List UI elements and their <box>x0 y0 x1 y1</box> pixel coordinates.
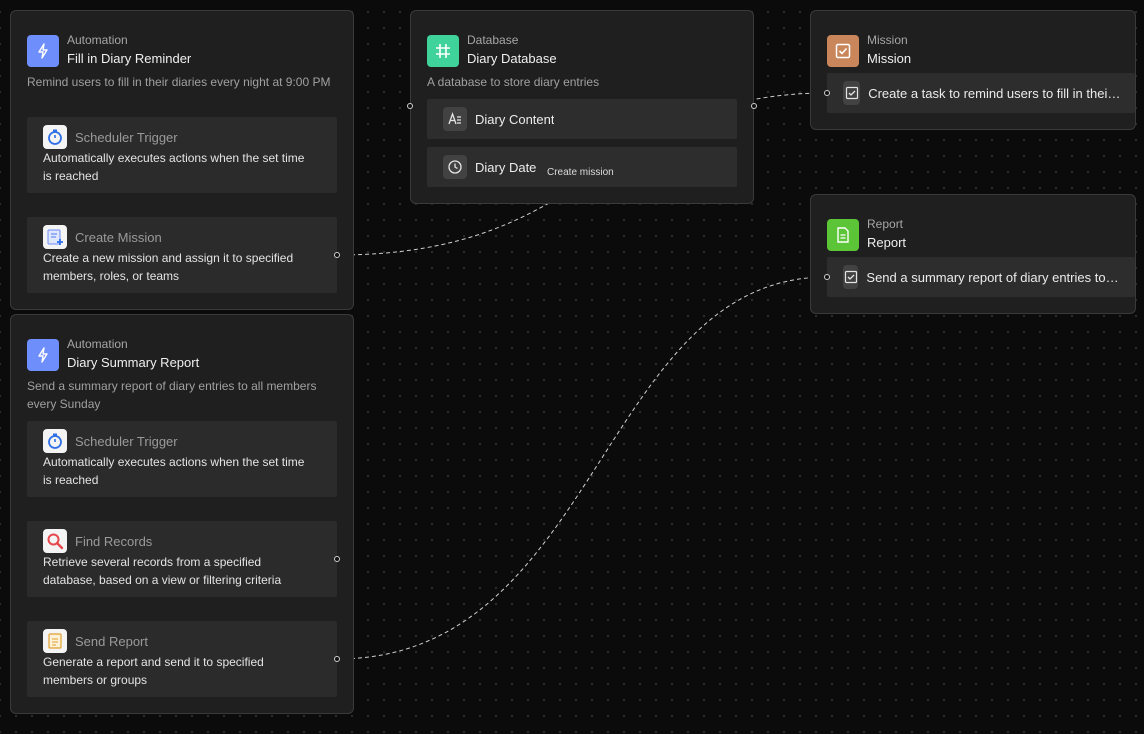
node-title: Report <box>867 235 907 250</box>
node-type-label: Report <box>867 217 904 231</box>
checkbox-icon <box>843 81 861 105</box>
report-doc-icon <box>43 629 67 653</box>
create-mission-icon <box>43 225 67 249</box>
port-find-records-output[interactable] <box>334 556 340 562</box>
node-type-label: Database <box>467 33 519 47</box>
mission-item[interactable]: Create a task to remind users to fill in… <box>827 73 1135 113</box>
step-title: Create Mission <box>75 229 162 245</box>
checkbox-icon <box>827 35 859 67</box>
clock-icon <box>443 155 467 179</box>
step-description: Retrieve several records from a specifie… <box>43 555 282 587</box>
step-create-mission[interactable]: Create Mission Create a new mission and … <box>27 217 337 293</box>
report-item-label: Send a summary report of diary entries t… <box>866 269 1121 285</box>
node-type-label: Mission <box>867 33 908 47</box>
node-title: Diary Database <box>467 51 557 66</box>
edge-label-create-mission: Create mission <box>547 167 614 178</box>
step-description: Automatically executes actions when the … <box>43 151 305 183</box>
step-description: Generate a report and send it to specifi… <box>43 655 264 687</box>
step-scheduler-trigger[interactable]: Scheduler Trigger Automatically executes… <box>27 421 337 497</box>
step-send-report[interactable]: Send Report Generate a report and send i… <box>27 621 337 697</box>
lightning-icon <box>27 339 59 371</box>
step-title: Scheduler Trigger <box>75 129 178 145</box>
node-description: Send a summary report of diary entries t… <box>27 379 317 411</box>
port-database-input[interactable] <box>407 103 413 109</box>
node-title: Mission <box>867 51 912 66</box>
automation-node-fill-diary-reminder[interactable]: Automation Fill in Diary Reminder Remind… <box>10 10 354 310</box>
step-title: Send Report <box>75 633 148 649</box>
port-mission-input[interactable] <box>824 90 830 96</box>
port-database-output[interactable] <box>751 103 757 109</box>
port-create-mission-output[interactable] <box>334 252 340 258</box>
mission-node[interactable]: Mission Mission Create a task to remind … <box>810 10 1136 130</box>
node-type-label: Automation <box>67 33 128 47</box>
node-type-label: Automation <box>67 337 128 351</box>
field-diary-content[interactable]: Diary Content <box>427 99 737 139</box>
edge-send-report-to-report <box>336 276 828 660</box>
step-scheduler-trigger[interactable]: Scheduler Trigger Automatically executes… <box>27 117 337 193</box>
mission-item-label: Create a task to remind users to fill in… <box>868 85 1121 101</box>
field-label: Diary Content <box>475 111 555 127</box>
report-item[interactable]: Send a summary report of diary entries t… <box>827 257 1135 297</box>
port-report-input[interactable] <box>824 274 830 280</box>
node-title: Fill in Diary Reminder <box>67 51 192 66</box>
document-icon <box>827 219 859 251</box>
checkbox-icon <box>843 265 859 289</box>
grid-hash-icon <box>427 35 459 67</box>
automation-node-diary-summary-report[interactable]: Automation Diary Summary Report Send a s… <box>10 314 354 714</box>
report-node[interactable]: Report Report Send a summary report of d… <box>810 194 1136 314</box>
lightning-icon <box>27 35 59 67</box>
step-description: Automatically executes actions when the … <box>43 455 305 487</box>
step-title: Scheduler Trigger <box>75 433 178 449</box>
node-title: Diary Summary Report <box>67 355 200 370</box>
magnifier-icon <box>43 529 67 553</box>
stopwatch-icon <box>43 125 67 149</box>
port-send-report-output[interactable] <box>334 656 340 662</box>
step-description: Create a new mission and assign it to sp… <box>43 251 294 283</box>
stopwatch-icon <box>43 429 67 453</box>
field-label: Diary Date <box>475 159 537 175</box>
step-find-records[interactable]: Find Records Retrieve several records fr… <box>27 521 337 597</box>
long-text-icon <box>443 107 467 131</box>
node-description: Remind users to fill in their diaries ev… <box>27 75 331 89</box>
step-title: Find Records <box>75 533 153 549</box>
node-description: A database to store diary entries <box>427 75 600 89</box>
